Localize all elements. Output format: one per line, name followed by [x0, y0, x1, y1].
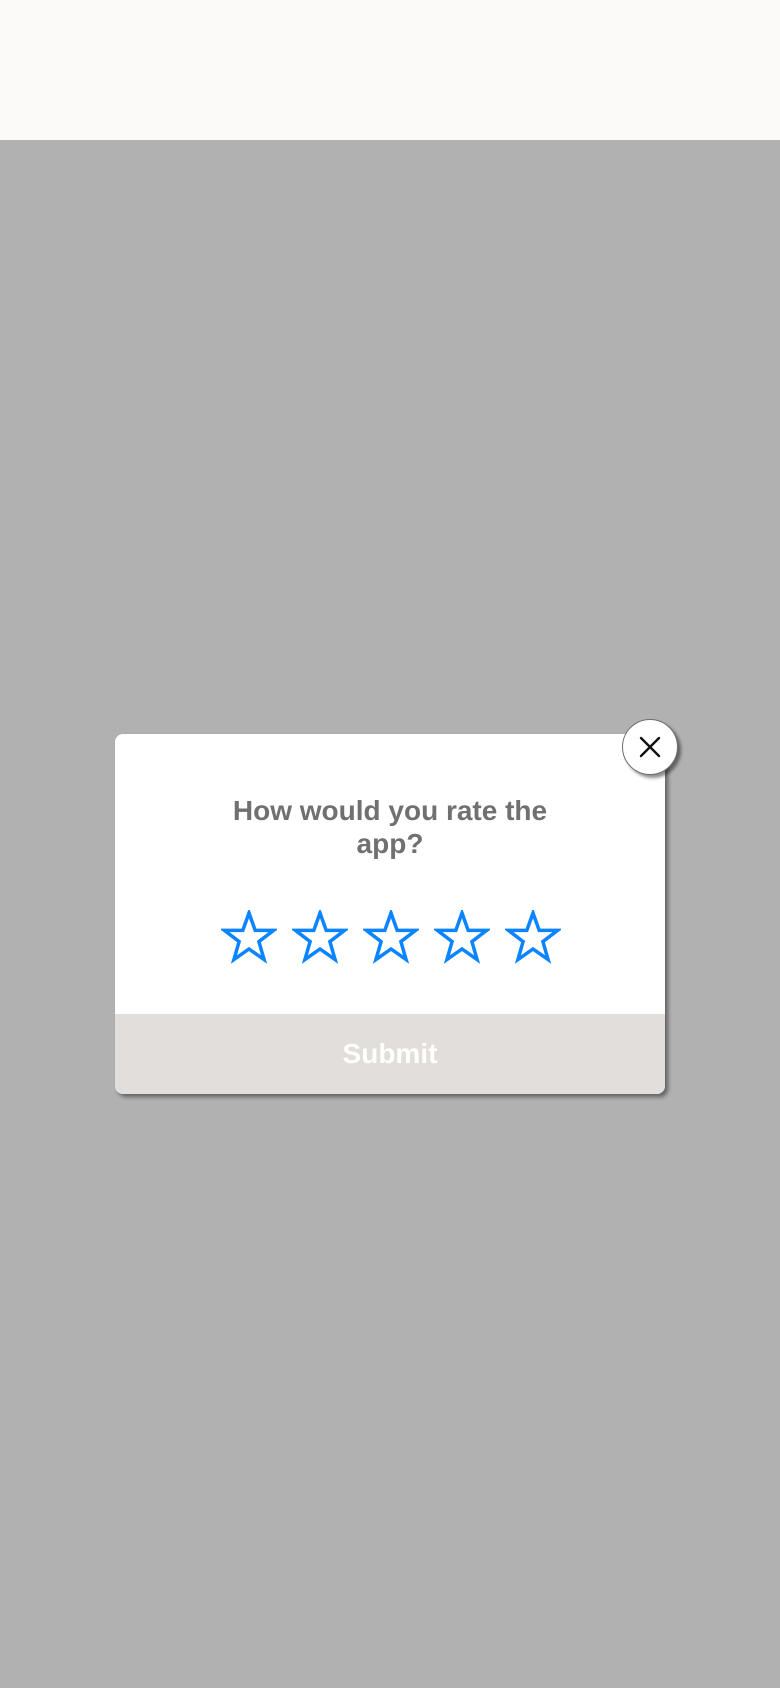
- close-icon: [639, 736, 661, 758]
- star-5-icon[interactable]: [505, 910, 561, 966]
- star-1-icon[interactable]: [221, 910, 277, 966]
- star-2-icon[interactable]: [292, 910, 348, 966]
- star-4-icon[interactable]: [434, 910, 490, 966]
- submit-button[interactable]: Submit: [115, 1014, 665, 1094]
- star-rating: [115, 910, 665, 970]
- star-3-icon[interactable]: [363, 910, 419, 966]
- rating-dialog: How would you rate the app? Submit: [115, 734, 665, 1094]
- close-button[interactable]: [622, 719, 678, 775]
- top-bar: [0, 0, 780, 140]
- rating-question: How would you rate the app?: [232, 795, 548, 859]
